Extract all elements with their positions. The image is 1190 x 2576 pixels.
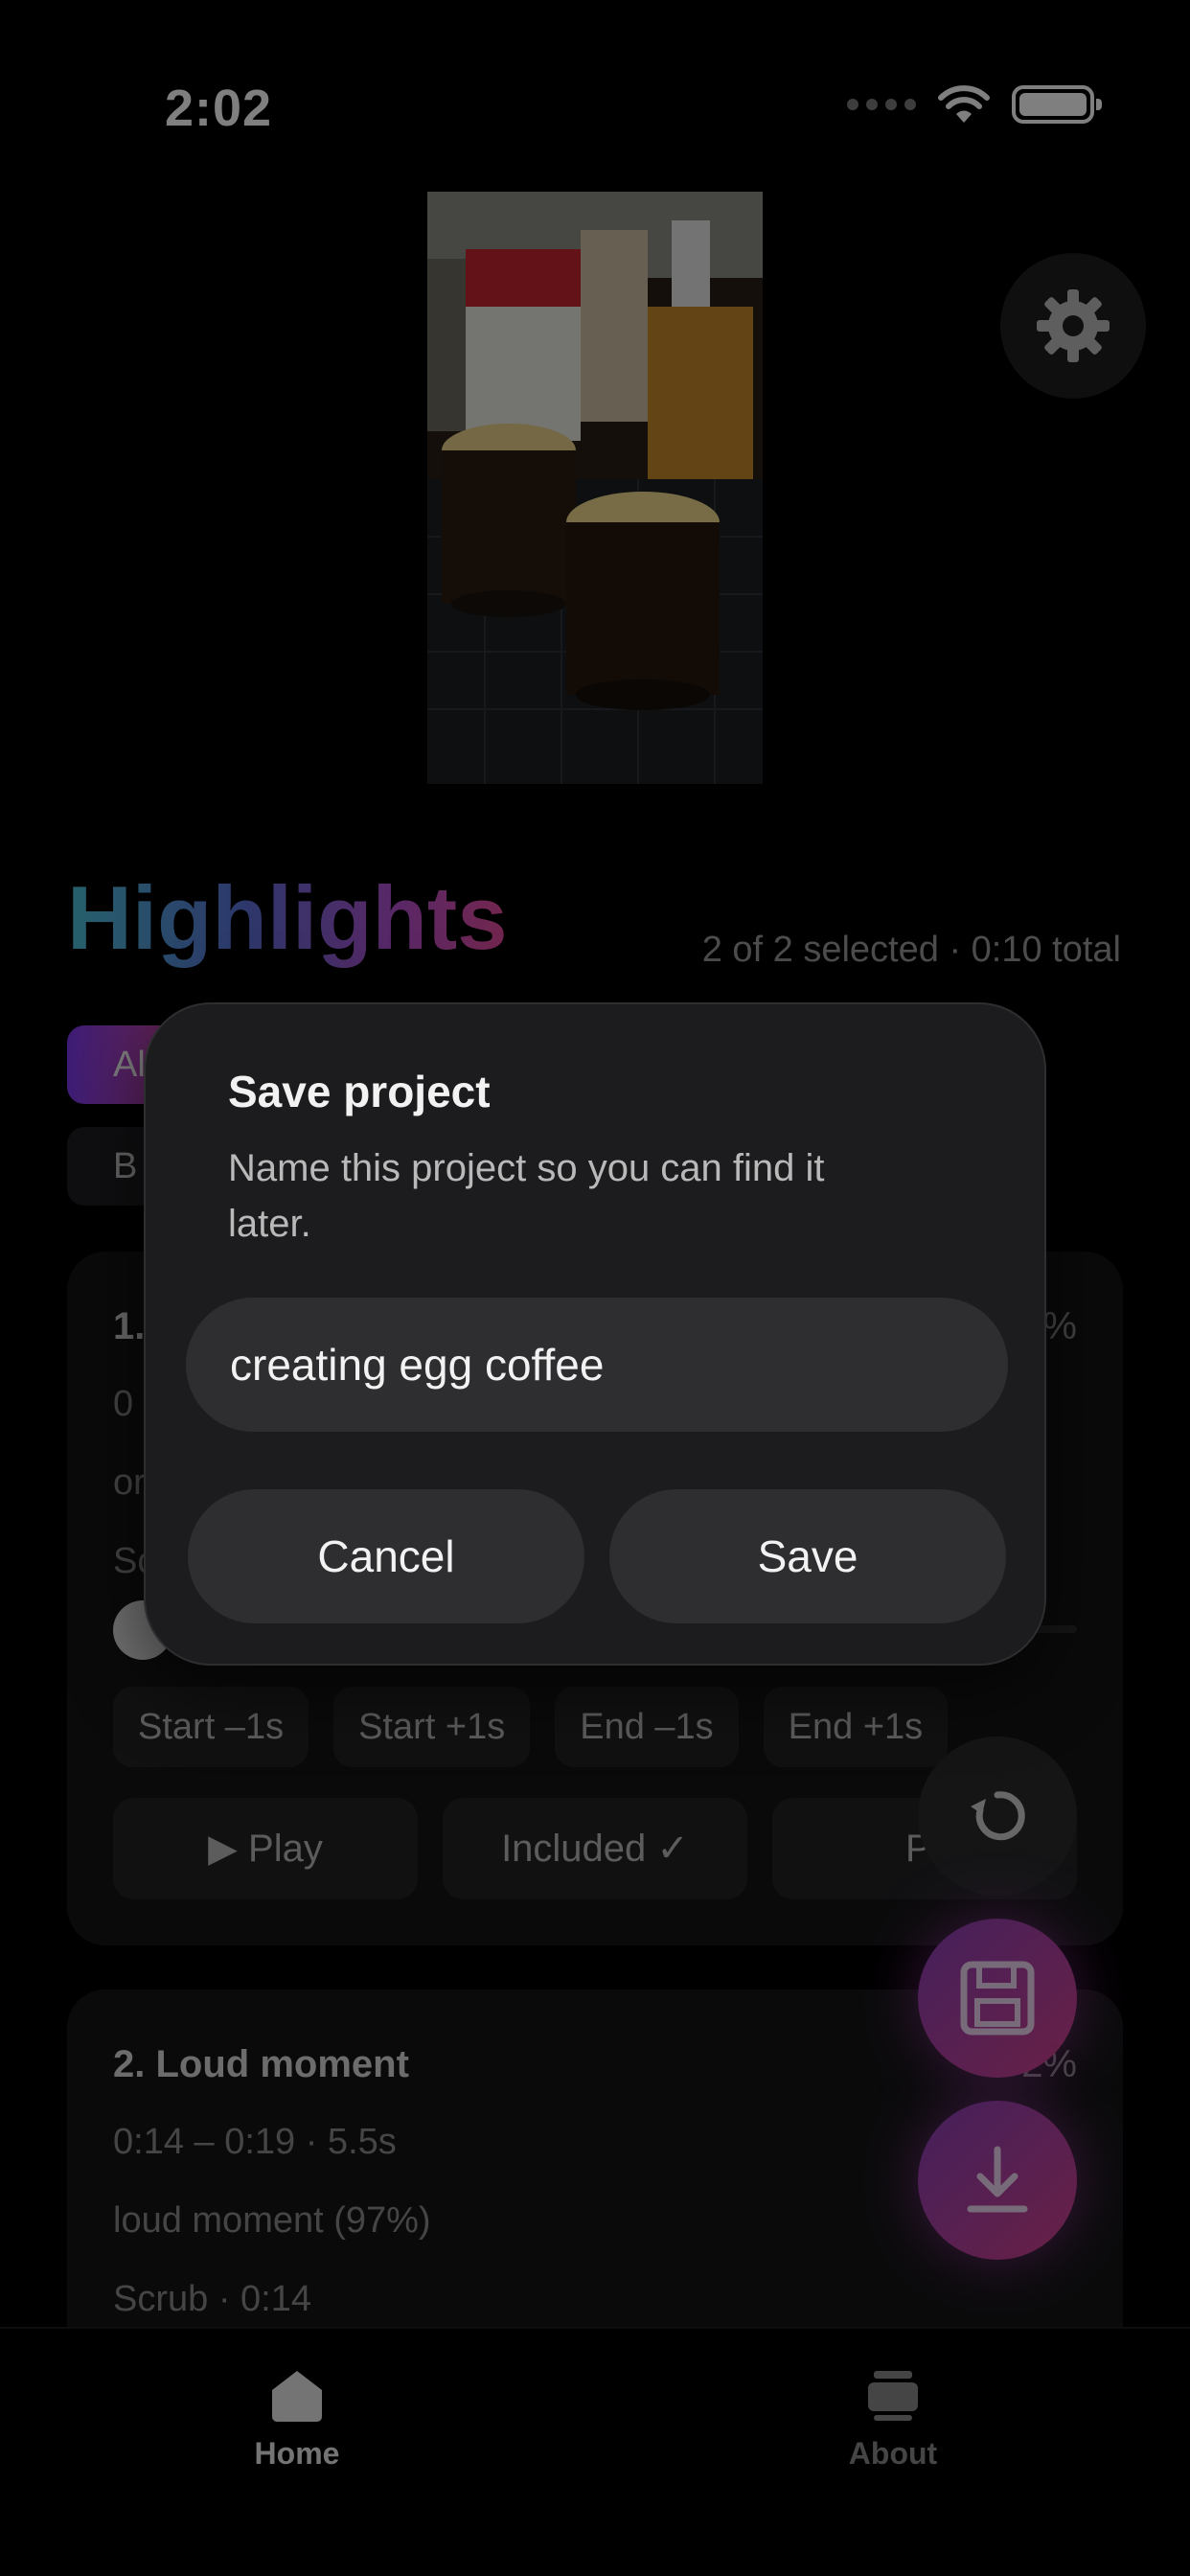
save-button[interactable]: Save [609,1489,1006,1623]
save-project-dialog: Save project Name this project so you ca… [144,1002,1046,1666]
cancel-button[interactable]: Cancel [188,1489,584,1623]
dialog-title: Save project [228,1067,491,1116]
dialog-message: Name this project so you can find it lat… [228,1147,825,1245]
project-name-input[interactable] [186,1298,1008,1432]
